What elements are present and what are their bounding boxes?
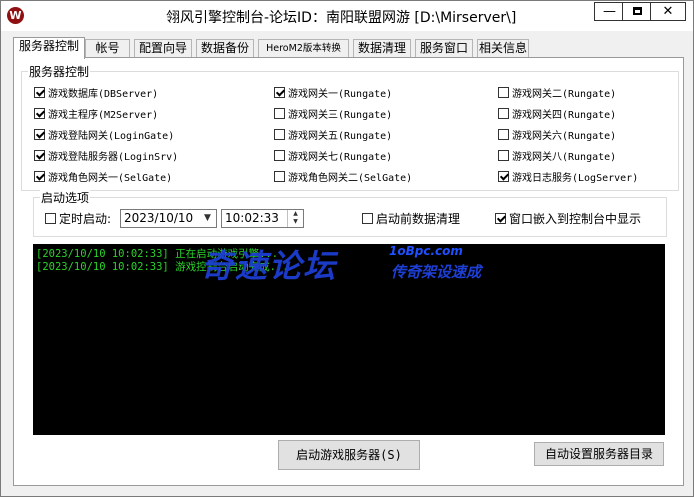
watermark-subtitle: 传奇架设速成: [391, 263, 482, 281]
checkbox-box[interactable]: [34, 87, 45, 98]
checkbox-box[interactable]: [34, 171, 45, 182]
spin-down-icon[interactable]: ▼: [288, 218, 303, 226]
checkbox-box[interactable]: [274, 108, 285, 119]
site-watermark: 奇速论坛 1oBpc.com 传奇架设速成: [201, 244, 501, 289]
checkbox-box[interactable]: [34, 150, 45, 161]
checkbox-box[interactable]: [34, 108, 45, 119]
calendar-dropdown-icon[interactable]: ▼: [200, 211, 215, 226]
checkbox-dbserver[interactable]: 游戏数据库(DBServer): [34, 85, 158, 100]
checkbox-rungate-3[interactable]: 游戏网关三(Rungate): [274, 106, 392, 121]
checkbox-box[interactable]: [45, 213, 56, 224]
checkbox-label: 游戏网关八(Rungate): [512, 152, 617, 163]
checkbox-box[interactable]: [274, 129, 285, 140]
checkbox-label: 窗口嵌入到控制台中显示: [509, 212, 642, 226]
checkbox-rungate-7[interactable]: 游戏网关七(Rungate): [274, 148, 392, 163]
checkbox-label: 游戏角色网关一(SelGate): [48, 173, 173, 184]
checkbox-box[interactable]: [34, 129, 45, 140]
date-picker[interactable]: 2023/10/10 ▼: [120, 209, 217, 228]
maximize-button[interactable]: [622, 2, 653, 21]
minimize-button[interactable]: —: [594, 2, 625, 21]
checkbox-label: 启动前数据清理: [376, 212, 461, 226]
checkbox-timed-start[interactable]: 定时启动:: [45, 211, 111, 226]
checkbox-box[interactable]: [274, 150, 285, 161]
checkbox-rungate-1[interactable]: 游戏网关一(Rungate): [274, 85, 392, 100]
checkbox-clean-before-start[interactable]: 启动前数据清理: [362, 211, 460, 226]
checkbox-rungate-2[interactable]: 游戏网关二(Rungate): [498, 85, 616, 100]
server-control-group-title: 服务器控制: [28, 63, 91, 80]
startup-options-group-title: 启动选项: [40, 189, 91, 206]
title-bar: W 翎风引擎控制台-论坛ID：南阳联盟网游 [D:\Mirserver\] — …: [1, 1, 693, 31]
checkbox-label: 游戏日志服务(LogServer): [512, 173, 639, 184]
checkbox-box[interactable]: [498, 108, 509, 119]
time-field[interactable]: 10:02:33 ▲ ▼: [221, 209, 304, 228]
tab-herom2-convert[interactable]: HeroM2版本转换: [258, 39, 349, 57]
checkbox-label: 游戏网关五(Rungate): [288, 131, 393, 142]
checkbox-box[interactable]: [274, 87, 285, 98]
checkbox-label: 游戏角色网关二(SelGate): [288, 173, 413, 184]
time-spinner[interactable]: ▲ ▼: [287, 210, 303, 227]
maximize-icon: [633, 7, 642, 15]
auto-set-directory-button[interactable]: 自动设置服务器目录: [534, 442, 664, 466]
app-logo-icon: W: [7, 7, 24, 24]
checkbox-selgate-2[interactable]: 游戏角色网关二(SelGate): [274, 169, 412, 184]
checkbox-label: 游戏登陆服务器(LoginSrv): [48, 152, 179, 163]
checkbox-label: 游戏网关一(Rungate): [288, 89, 393, 100]
watermark-url: 1oBpc.com: [389, 244, 463, 258]
main-window: W 翎风引擎控制台-论坛ID：南阳联盟网游 [D:\Mirserver\] — …: [0, 0, 694, 497]
checkbox-box[interactable]: [362, 213, 373, 224]
checkbox-label: 游戏主程序(M2Server): [48, 110, 159, 121]
checkbox-label: 游戏网关四(Rungate): [512, 110, 617, 121]
tab-service-window[interactable]: 服务窗口: [415, 39, 473, 57]
checkbox-logingate[interactable]: 游戏登陆网关(LoginGate): [34, 127, 174, 142]
checkbox-rungate-6[interactable]: 游戏网关六(Rungate): [498, 127, 616, 142]
tab-data-cleanup[interactable]: 数据清理: [353, 39, 411, 57]
checkbox-label: 定时启动:: [59, 212, 112, 226]
checkbox-box[interactable]: [498, 129, 509, 140]
date-value: 2023/10/10: [124, 211, 194, 225]
checkbox-embed-window[interactable]: 窗口嵌入到控制台中显示: [495, 211, 641, 226]
checkbox-label: 游戏网关三(Rungate): [288, 110, 393, 121]
checkbox-loginsrv[interactable]: 游戏登陆服务器(LoginSrv): [34, 148, 178, 163]
checkbox-label: 游戏登陆网关(LoginGate): [48, 131, 175, 142]
tab-server-control[interactable]: 服务器控制: [13, 37, 85, 59]
spin-up-icon[interactable]: ▲: [288, 210, 303, 218]
start-server-button[interactable]: 启动游戏服务器(S): [278, 440, 420, 470]
checkbox-m2server[interactable]: 游戏主程序(M2Server): [34, 106, 158, 121]
checkbox-rungate-5[interactable]: 游戏网关五(Rungate): [274, 127, 392, 142]
checkbox-logserver[interactable]: 游戏日志服务(LogServer): [498, 169, 638, 184]
checkbox-box[interactable]: [495, 213, 506, 224]
tab-about[interactable]: 相关信息: [477, 39, 529, 57]
checkbox-box[interactable]: [498, 171, 509, 182]
checkbox-label: 游戏网关二(Rungate): [512, 89, 617, 100]
tab-data-backup[interactable]: 数据备份: [196, 39, 254, 57]
checkbox-label: 游戏数据库(DBServer): [48, 89, 159, 100]
tab-config-wizard[interactable]: 配置向导: [134, 39, 192, 57]
close-button[interactable]: ✕: [650, 2, 686, 21]
checkbox-rungate-8[interactable]: 游戏网关八(Rungate): [498, 148, 616, 163]
checkbox-label: 游戏网关七(Rungate): [288, 152, 393, 163]
window-title: 翎风引擎控制台-论坛ID：南阳联盟网游 [D:\Mirserver\]: [166, 10, 517, 26]
checkbox-label: 游戏网关六(Rungate): [512, 131, 617, 142]
checkbox-box[interactable]: [498, 87, 509, 98]
checkbox-box[interactable]: [498, 150, 509, 161]
checkbox-box[interactable]: [274, 171, 285, 182]
watermark-main-text: 奇速论坛: [201, 247, 338, 285]
checkbox-rungate-4[interactable]: 游戏网关四(Rungate): [498, 106, 616, 121]
tab-account[interactable]: 帐号: [85, 39, 130, 57]
checkbox-selgate-1[interactable]: 游戏角色网关一(SelGate): [34, 169, 172, 184]
time-value: 10:02:33: [225, 211, 279, 225]
